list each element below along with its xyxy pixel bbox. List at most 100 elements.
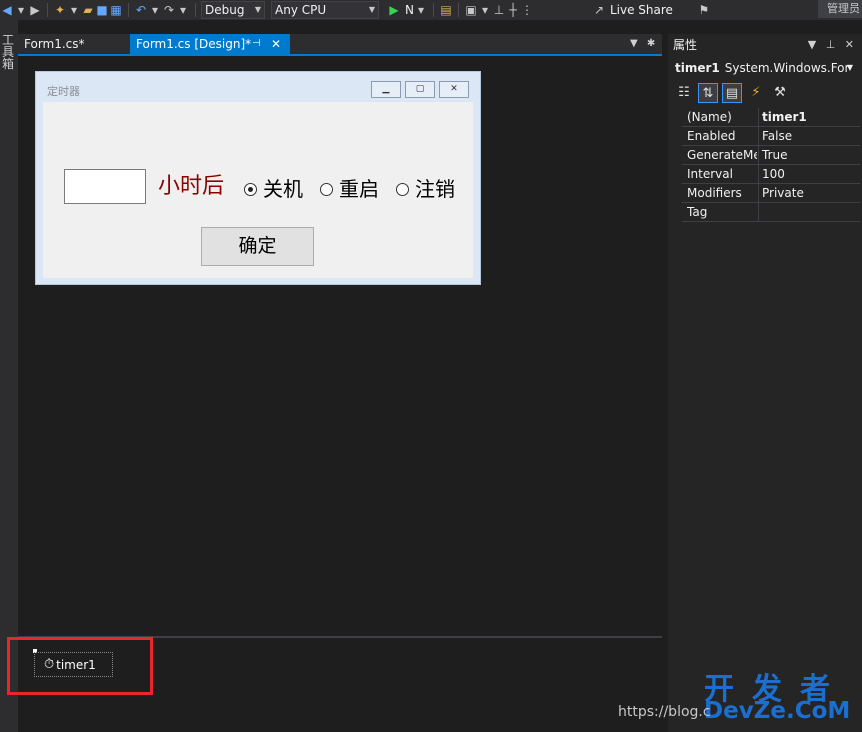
property-row[interactable]: GenerateMe True	[682, 146, 860, 165]
property-row[interactable]: Tag	[682, 203, 860, 222]
radio-circle[interactable]	[396, 182, 409, 196]
radio-logoff[interactable]: 注销	[396, 176, 455, 202]
property-value[interactable]: timer1	[762, 108, 807, 126]
property-name: (Name)	[687, 110, 732, 124]
save-icon[interactable]: ■	[95, 0, 109, 20]
tab-list-icon[interactable]: ▼	[630, 38, 638, 49]
tab-label: Form1.cs [Design]*	[136, 37, 252, 51]
toolbox-label[interactable]: 工具箱	[2, 34, 14, 70]
properties-toolbar: ☷ ⇅ ▤ ⚡ ⚒	[668, 82, 862, 104]
property-value[interactable]: Private	[762, 184, 804, 202]
form-client-area: 小时后 关机 重启 注销 确定	[43, 102, 473, 278]
properties-icon[interactable]: ▤	[722, 83, 742, 103]
align-icon[interactable]: ⊥	[492, 0, 506, 20]
hours-input[interactable]	[64, 169, 146, 204]
radio-label: 重启	[339, 177, 379, 201]
property-value[interactable]: False	[762, 127, 792, 145]
undo-icon[interactable]: ↶	[134, 0, 148, 20]
gear-icon[interactable]: ✱	[647, 38, 655, 49]
dropdown-arrow-icon[interactable]: ▾	[478, 0, 492, 20]
chevron-down-icon[interactable]: ▼	[808, 38, 816, 51]
radio-circle[interactable]	[320, 182, 333, 196]
forward-icon[interactable]: ▶	[28, 0, 42, 20]
watermark-domain: DevZe.CoM	[704, 698, 851, 724]
toolbox-strip[interactable]: 工具箱	[0, 20, 18, 732]
object-type: System.Windows.For	[724, 61, 850, 75]
property-grid: (Name) timer1 Enabled False GenerateMe T…	[682, 108, 860, 222]
admin-button[interactable]: 管理员	[818, 0, 862, 18]
property-row[interactable]: Modifiers Private	[682, 184, 860, 203]
alphabetical-icon[interactable]: ⇅	[698, 83, 718, 103]
property-value[interactable]: True	[762, 146, 788, 164]
property-row[interactable]: Interval 100	[682, 165, 860, 184]
properties-header: 属性 ▼ ⊥ ✕	[668, 34, 862, 56]
radio-label: 注销	[415, 177, 455, 201]
maximize-icon[interactable]: ▢	[405, 81, 435, 98]
toolbar-separator	[457, 3, 459, 17]
live-share-icon[interactable]: ↗	[592, 0, 606, 20]
close-icon[interactable]: ✕	[271, 34, 281, 54]
redo-icon[interactable]: ↷	[162, 0, 176, 20]
feedback-icon[interactable]: ⚑	[697, 0, 711, 20]
column-divider	[758, 165, 759, 183]
radio-shutdown[interactable]: 关机	[244, 176, 303, 202]
property-name: Enabled	[687, 129, 736, 143]
platform-dropdown[interactable]: Any CPU ▼	[271, 1, 379, 19]
main-toolbar: ◀ ▾ ▶ ✦ ▾ ▰ ■ ▦ ↶ ▾ ↷ ▾ Debug ▼ Any CPU …	[0, 0, 862, 20]
tab-form1-code[interactable]: Form1.cs*	[18, 34, 128, 54]
property-row[interactable]: (Name) timer1	[682, 108, 860, 127]
property-name: Tag	[687, 205, 708, 219]
column-divider	[758, 203, 759, 221]
ok-button[interactable]: 确定	[201, 227, 314, 266]
radio-restart[interactable]: 重启	[320, 176, 379, 202]
toolbar-separator	[128, 3, 129, 17]
document-tabs: Form1.cs* Form1.cs [Design]* ⊣ ✕	[18, 34, 662, 54]
object-selector[interactable]: timer1 System.Windows.For ▼	[669, 58, 859, 78]
pin-icon[interactable]: ⊥	[826, 38, 836, 51]
overflow-icon[interactable]: ⋮	[520, 0, 534, 20]
tab-tools: ▼ ✱	[630, 34, 655, 54]
tab-label: Form1.cs*	[24, 37, 85, 51]
run-button-label[interactable]: N	[405, 0, 414, 20]
open-folder-icon[interactable]: ▰	[81, 0, 95, 20]
live-share-button[interactable]: Live Share	[610, 0, 673, 20]
new-project-icon[interactable]: ✦	[53, 0, 67, 20]
platform-dropdown-value: Any CPU	[275, 3, 327, 17]
dropdown-arrow-icon[interactable]: ▾	[14, 0, 28, 20]
dropdown-arrow-icon[interactable]: ▾	[67, 0, 81, 20]
crosshair-icon[interactable]: ┼	[506, 0, 520, 20]
close-icon[interactable]: ✕	[845, 38, 854, 51]
panel-tools: ▼ ⊥ ✕	[808, 34, 854, 56]
property-name: Modifiers	[687, 186, 742, 200]
toolbar-separator	[432, 3, 434, 17]
column-divider	[758, 146, 759, 164]
property-value[interactable]: 100	[762, 165, 785, 183]
config-dropdown[interactable]: Debug ▼	[201, 1, 265, 19]
radio-checked-dot	[248, 186, 253, 192]
property-pages-icon[interactable]: ⚒	[770, 83, 790, 103]
run-icon[interactable]: ▶	[387, 0, 401, 20]
column-divider	[758, 127, 759, 145]
pin-icon[interactable]: ⊣	[252, 34, 261, 54]
dropdown-arrow-icon[interactable]: ▾	[176, 0, 190, 20]
designed-form[interactable]: 定时器 ▁ ▢ ✕ 小时后 关机 重启 注销 确定	[35, 71, 481, 285]
property-row[interactable]: Enabled False	[682, 127, 860, 146]
find-in-files-icon[interactable]: ▤	[439, 0, 453, 20]
dropdown-arrow-icon[interactable]: ▾	[414, 0, 428, 20]
events-icon[interactable]: ⚡	[746, 83, 766, 103]
layout-icon[interactable]: ▣	[464, 0, 478, 20]
minimize-icon[interactable]: ▁	[371, 81, 401, 98]
radio-circle[interactable]	[244, 182, 257, 196]
tab-form1-design[interactable]: Form1.cs [Design]* ⊣ ✕	[130, 34, 290, 54]
chevron-down-icon: ▼	[368, 5, 375, 14]
close-icon[interactable]: ✕	[439, 81, 469, 98]
ide-window: ◀ ▾ ▶ ✦ ▾ ▰ ■ ▦ ↶ ▾ ↷ ▾ Debug ▼ Any CPU …	[0, 0, 862, 732]
back-icon[interactable]: ◀	[0, 0, 14, 20]
radio-label: 关机	[263, 177, 303, 201]
categorized-icon[interactable]: ☷	[674, 83, 694, 103]
save-all-icon[interactable]: ▦	[109, 0, 123, 20]
watermark-url: https://blog.c	[618, 704, 711, 720]
highlight-box	[7, 637, 153, 695]
dropdown-arrow-icon[interactable]: ▾	[148, 0, 162, 20]
property-name: Interval	[687, 167, 733, 181]
